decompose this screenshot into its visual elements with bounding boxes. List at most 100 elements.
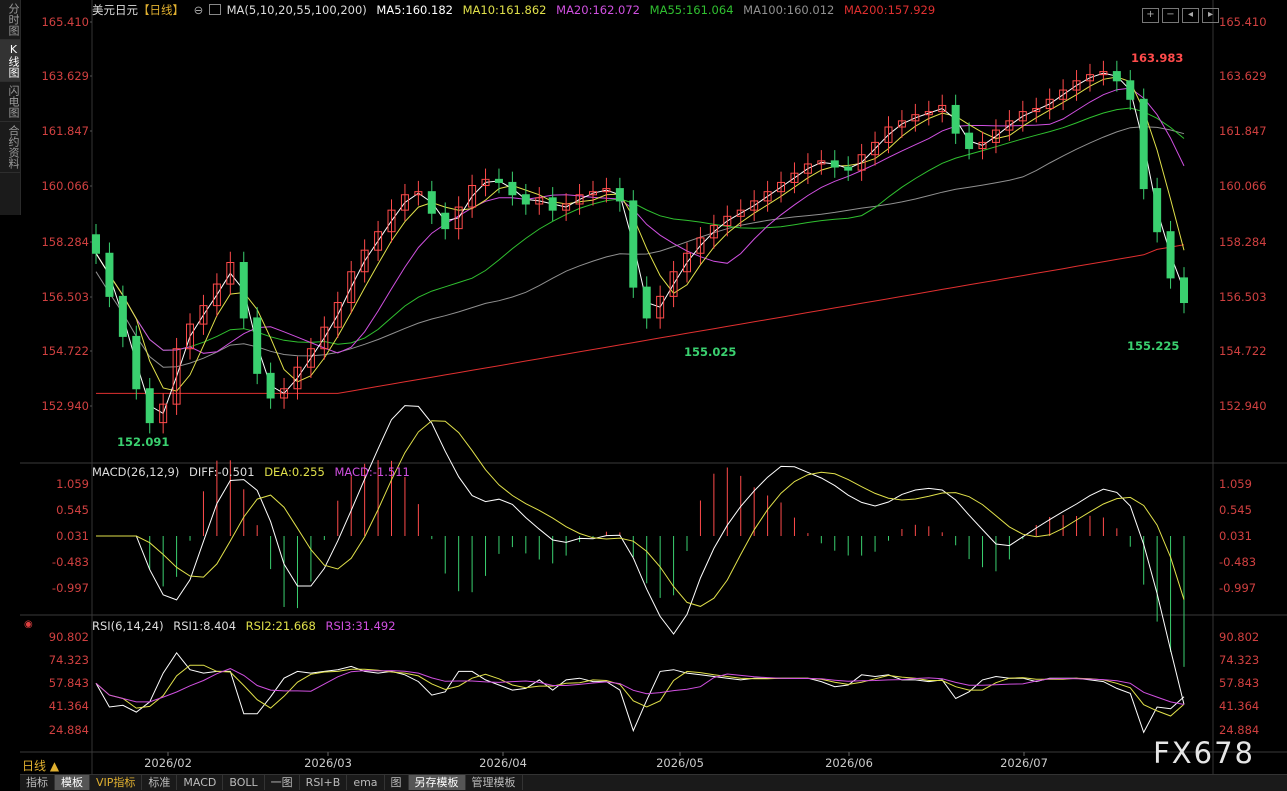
- candle-down: [615, 188, 624, 202]
- low-annotation-3: 155.225: [1127, 339, 1179, 353]
- candle-down: [1139, 98, 1148, 190]
- ma200-value: MA200:157.929: [844, 3, 936, 17]
- indicator-icon[interactable]: [208, 4, 221, 15]
- price-tick-left: 152.940: [41, 399, 89, 413]
- tab-rsi-b[interactable]: RSI+B: [300, 775, 348, 790]
- view-sidebar: 分时图 K线图 闪电图 合约资料: [0, 0, 21, 215]
- date-label: 2026/07: [1000, 756, 1048, 770]
- price-tick-left: 161.847: [41, 124, 89, 138]
- zoom-in-icon[interactable]: +: [1142, 8, 1159, 23]
- rsi3-value: RSI3:31.492: [325, 619, 396, 633]
- shift-right-icon[interactable]: ▸: [1202, 8, 1219, 23]
- tab-vip-indicators[interactable]: VIP指标: [90, 775, 143, 790]
- watermark: FX678: [1153, 736, 1255, 770]
- tab-timeshare[interactable]: 分时图: [0, 0, 20, 40]
- rsi-tick-right: 90.802: [1219, 630, 1259, 644]
- candle-down: [253, 317, 262, 374]
- ma100-value: MA100:160.012: [743, 3, 835, 17]
- rsi-tick-right: 74.323: [1219, 653, 1259, 667]
- price-tick-right: 165.410: [1219, 15, 1267, 29]
- period-tag: 【日线】: [138, 3, 184, 17]
- high-annotation: 163.983: [1131, 51, 1183, 65]
- tab-ema[interactable]: ema: [347, 775, 385, 790]
- tab-chart[interactable]: 图: [385, 775, 409, 790]
- tab-one-chart[interactable]: 一图: [265, 775, 300, 790]
- macd-tick-right: -0.997: [1219, 581, 1256, 595]
- candle-down: [1112, 71, 1121, 82]
- ma-params: MA(5,10,20,55,100,200): [226, 3, 367, 17]
- date-label: 2026/04: [479, 756, 527, 770]
- candle-down: [965, 132, 974, 150]
- rsi3-line: [95, 668, 1185, 705]
- macd-tick-left: 0.545: [56, 503, 89, 517]
- symbol-name: 美元日元: [92, 3, 138, 17]
- zoom-out-icon[interactable]: −: [1162, 8, 1179, 23]
- candle-down: [844, 166, 853, 171]
- candle-down: [145, 388, 154, 424]
- tab-contract-info[interactable]: 合约资料: [0, 122, 20, 173]
- rsi-target-icon[interactable]: ◉: [24, 619, 33, 630]
- macd-tick-right: -0.483: [1219, 555, 1256, 569]
- settings-icon[interactable]: ⊖: [194, 3, 204, 17]
- macd-tick-left: 1.059: [56, 477, 89, 491]
- macd-tick-right: 1.059: [1219, 477, 1252, 491]
- rsi-tick-left: 57.843: [49, 676, 89, 690]
- chart-canvas[interactable]: 165.410 165.410 163.629 163.629 161.847 161.8…: [0, 0, 1287, 790]
- shift-left-icon[interactable]: ◂: [1182, 8, 1199, 23]
- ma5-value: MA5:160.182: [376, 3, 453, 17]
- tab-boll[interactable]: BOLL: [223, 775, 265, 790]
- price-tick-right: 154.722: [1219, 344, 1267, 358]
- rsi2-value: RSI2:21.668: [245, 619, 316, 633]
- ma10-value: MA10:161.862: [462, 3, 547, 17]
- price-tick-left: 163.629: [41, 69, 89, 83]
- price-tick-right: 163.629: [1219, 69, 1267, 83]
- price-tick-left: 165.410: [41, 15, 89, 29]
- rsi-tick-right: 41.364: [1219, 699, 1259, 713]
- tab-flash[interactable]: 闪电图: [0, 82, 20, 122]
- price-tick-left: 156.503: [41, 290, 89, 304]
- ma55-value: MA55:161.064: [649, 3, 734, 17]
- macd-params: MACD(26,12,9): [92, 465, 180, 479]
- rsi2-line: [95, 664, 1185, 717]
- price-tick-right: 156.503: [1219, 290, 1267, 304]
- low-annotation-1: 152.091: [117, 435, 169, 449]
- rsi-tick-right: 57.843: [1219, 676, 1259, 690]
- macd-tick-right: 0.545: [1219, 503, 1252, 517]
- price-tick-right: 160.066: [1219, 179, 1267, 193]
- candle-down: [1153, 188, 1162, 233]
- tab-kline[interactable]: K线图: [0, 40, 20, 82]
- tab-templates[interactable]: 模板: [55, 775, 90, 790]
- rsi1-line: [95, 651, 1185, 734]
- tab-standard[interactable]: 标准: [142, 775, 178, 790]
- tab-indicators[interactable]: 指标: [20, 775, 55, 790]
- candle-down: [266, 372, 275, 399]
- candle-down: [92, 234, 100, 254]
- price-tick-left: 154.722: [41, 344, 89, 358]
- price-tick-right: 161.847: [1219, 124, 1267, 138]
- candle-down: [494, 178, 503, 183]
- rsi-tick-left: 90.802: [49, 630, 89, 644]
- candle-down: [1126, 80, 1135, 100]
- macd-tick-left: -0.483: [52, 555, 89, 569]
- macd-tick-left: -0.997: [52, 581, 89, 595]
- macd-dea-line: [96, 420, 1185, 607]
- macd-diff: DIFF:-0.501: [189, 465, 255, 479]
- candle-down: [548, 197, 557, 211]
- tab-macd[interactable]: MACD: [177, 775, 224, 790]
- bottom-tab-bar: 指标 模板 VIP指标 标准 MACD BOLL 一图 RSI+B ema 图另存模板 管理模板: [20, 774, 1287, 791]
- macd-legend: MACD(26,12,9) DIFF:-0.501 DEA:0.255 MACD…: [92, 465, 416, 479]
- window-controls: + − ◂ ▸: [1139, 2, 1219, 23]
- macd-dea: DEA:0.255: [264, 465, 325, 479]
- date-label: 2026/05: [656, 756, 704, 770]
- price-tick-left: 158.284: [41, 235, 89, 249]
- date-label: 2026/06: [825, 756, 873, 770]
- main-legend: 美元日元【日线】 ⊖ MA(5,10,20,55,100,200) MA5:16…: [92, 2, 941, 18]
- period-button[interactable]: 日线 ▲: [22, 757, 59, 774]
- candle-down: [239, 262, 248, 319]
- tab-manage-template[interactable]: 管理模板: [466, 775, 523, 790]
- tab-save-template[interactable]: 另存模板: [408, 775, 466, 790]
- candle-down: [441, 212, 450, 230]
- candle-down: [951, 104, 960, 134]
- price-tick-right: 158.284: [1219, 235, 1267, 249]
- date-label: 2026/02: [144, 756, 192, 770]
